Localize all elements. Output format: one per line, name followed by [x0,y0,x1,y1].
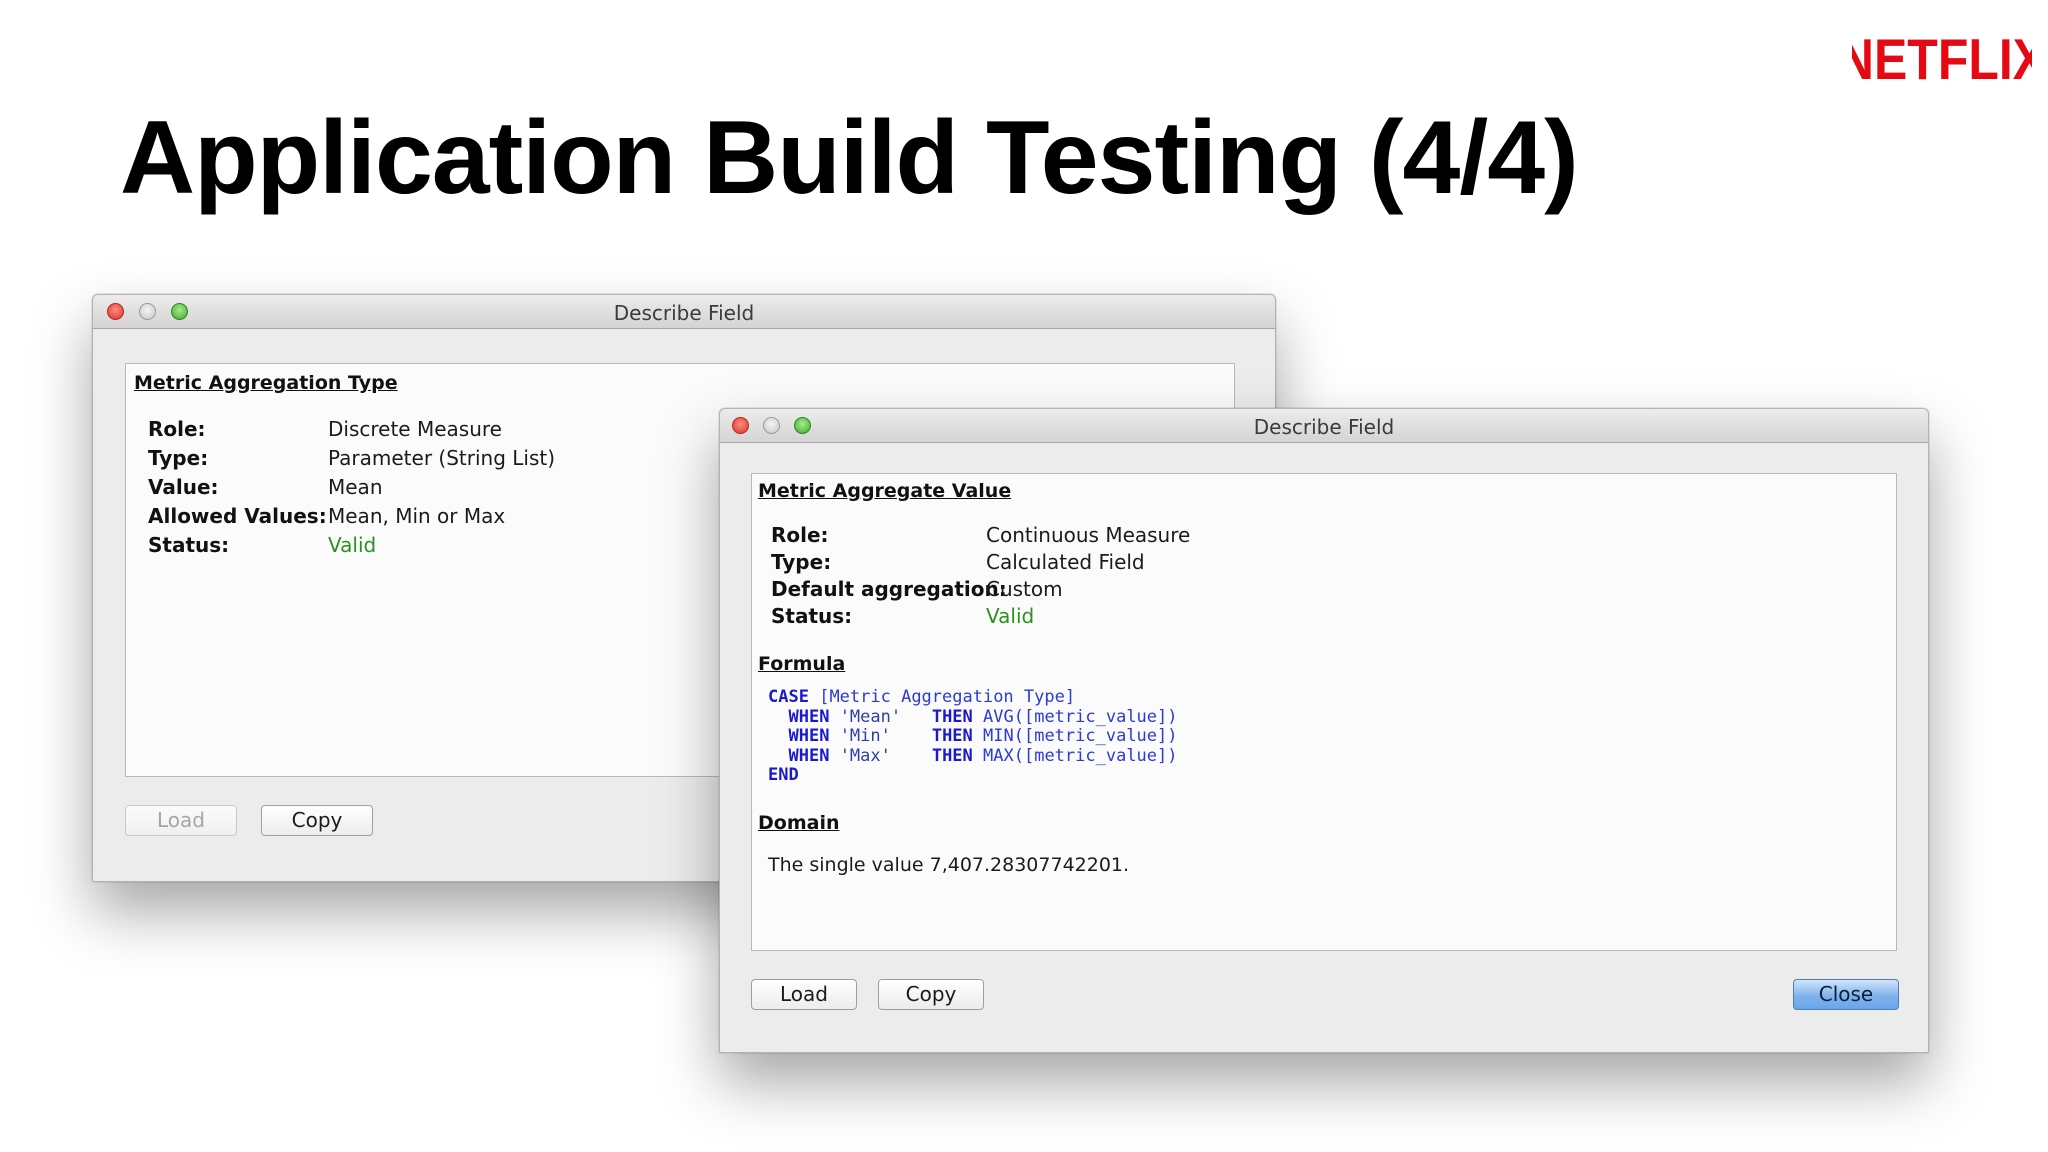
field-row-value: Value: Mean [148,474,748,501]
slide-title: Application Build Testing (4/4) [120,100,1579,216]
field-row-role: Role: Continuous Measure [771,522,1371,549]
field-value: Calculated Field [986,550,1145,574]
status-value: Valid [986,604,1035,628]
domain-heading: Domain [758,812,840,834]
field-label: Status: [771,604,853,628]
window-titlebar[interactable]: Describe Field [720,409,1928,443]
field-value: Mean, Min or Max [328,504,506,528]
field-label: Allowed Values: [148,504,327,528]
field-value: Mean [328,475,383,499]
status-value: Valid [328,533,377,557]
copy-button[interactable]: Copy [878,979,984,1010]
section-title: Metric Aggregation Type [134,372,398,394]
field-row-status: Status: Valid [771,603,1371,630]
formula-line: CASE [Metric Aggregation Type] [768,687,1076,707]
formula-heading: Formula [758,653,846,675]
field-label: Value: [148,475,219,499]
load-button[interactable]: Load [125,805,237,836]
load-button[interactable]: Load [751,979,857,1010]
formula-line: WHEN 'Min' THEN MIN([metric_value]) [788,726,1178,746]
window-title: Describe Field [613,301,755,325]
field-label: Type: [148,446,209,470]
field-row-role: Role: Discrete Measure [148,416,748,443]
field-value: Continuous Measure [986,523,1191,547]
window-title: Describe Field [1253,415,1395,439]
logo-text: NETFLIX [1852,32,2032,92]
field-label: Type: [771,550,832,574]
field-row-allowed-values: Allowed Values: Mean, Min or Max [148,503,748,530]
field-description-panel: Metric Aggregate Value Role: Continuous … [751,473,1897,951]
field-label: Default aggregation: [771,577,1007,601]
netflix-logo: NETFLIX [1852,32,2032,92]
field-value: Discrete Measure [328,417,502,441]
field-label: Status: [148,533,230,557]
formula-line: WHEN 'Mean' THEN AVG([metric_value]) [788,706,1178,727]
field-label: Role: [771,523,829,547]
copy-button[interactable]: Copy [261,805,373,836]
field-value: Custom [986,577,1063,601]
field-row-status: Status: Valid [148,532,748,559]
field-row-default-aggregation: Default aggregation: Custom [771,576,1371,603]
field-value: Parameter (String List) [328,446,556,470]
section-title: Metric Aggregate Value [758,480,1012,502]
formula-code: CASE [Metric Aggregation Type] WHEN 'Mea… [768,687,1178,786]
domain-text: The single value 7,407.28307742201. [768,854,1130,876]
field-row-type: Type: Calculated Field [771,549,1371,576]
close-button[interactable]: Close [1793,979,1899,1010]
formula-line: END [768,765,799,785]
field-label: Role: [148,417,206,441]
describe-field-window-front: Describe Field Metric Aggregate Value Ro… [719,408,1929,1053]
window-titlebar[interactable]: Describe Field [93,295,1275,329]
field-row-type: Type: Parameter (String List) [148,445,748,472]
formula-line: WHEN 'Max' THEN MAX([metric_value]) [788,745,1178,766]
